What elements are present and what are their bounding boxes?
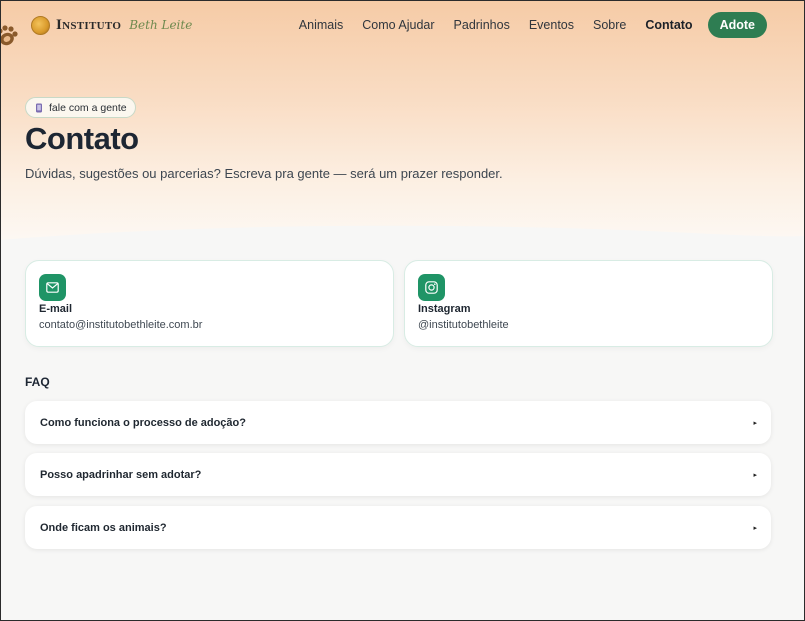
nav-link-eventos[interactable]: Eventos — [529, 18, 574, 32]
contact-card-email[interactable]: E-mail contato@institutobethleite.com.br — [25, 260, 394, 347]
contact-email-value[interactable]: contato@institutobethleite.com.br — [39, 319, 202, 331]
page-subtitle: Dúvidas, sugestões ou parcerias? Escreva… — [25, 166, 503, 181]
hero-pill-badge: fale com a gente — [25, 97, 136, 118]
nav-link-como-ajudar[interactable]: Como Ajudar — [362, 18, 434, 32]
paw-icon — [0, 25, 18, 46]
brand-subname: Beth Leite — [129, 18, 193, 32]
hero-wave — [0, 225, 805, 242]
faq-question: Posso apadrinhar sem adotar? — [40, 468, 202, 481]
nav-link-contato[interactable]: Contato — [645, 18, 692, 32]
contact-instagram-value[interactable]: @institutobethleite — [418, 319, 509, 331]
faq-question: Como funciona o processo de adoção? — [40, 416, 246, 429]
brand-logo-icon — [31, 15, 50, 35]
main-nav: Animais Como Ajudar Padrinhos Eventos So… — [299, 12, 767, 38]
nav-link-animais[interactable]: Animais — [299, 18, 343, 32]
mail-icon — [39, 274, 66, 301]
hero-pill-label: fale com a gente — [49, 101, 127, 114]
caret-right-icon: ▸ — [753, 419, 757, 427]
faq-question: Onde ficam os animais? — [40, 521, 167, 534]
nav-link-sobre[interactable]: Sobre — [593, 18, 626, 32]
contact-card-instagram[interactable]: Instagram @institutobethleite — [404, 260, 773, 347]
adote-button[interactable]: Adote — [707, 12, 767, 38]
brand-logo-link[interactable]: Instituto Beth Leite — [31, 14, 192, 36]
contact-email-label: E-mail — [39, 303, 73, 315]
contact-instagram-label: Instagram — [418, 303, 471, 315]
faq-title: FAQ — [25, 375, 50, 389]
nav-link-padrinhos[interactable]: Padrinhos — [454, 18, 510, 32]
page-title: Contato — [25, 121, 139, 156]
phone-icon — [36, 103, 42, 112]
faq-item[interactable]: Posso apadrinhar sem adotar? ▸ — [25, 453, 771, 496]
caret-right-icon: ▸ — [753, 524, 757, 532]
faq-item[interactable]: Onde ficam os animais? ▸ — [25, 506, 771, 549]
brand-name: Instituto — [56, 16, 122, 33]
caret-right-icon: ▸ — [753, 471, 757, 479]
faq-item[interactable]: Como funciona o processo de adoção? ▸ — [25, 401, 771, 444]
instagram-icon — [418, 274, 445, 301]
